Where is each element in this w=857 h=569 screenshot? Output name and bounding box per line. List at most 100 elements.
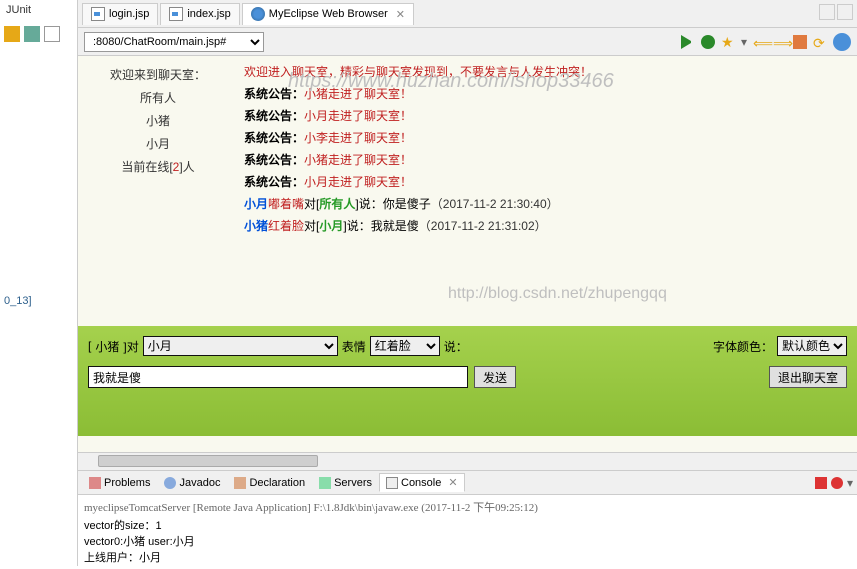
browser-toolbar: ★ ▾ ⟸ ⟹ ⟳	[681, 33, 851, 51]
left-sidebar: JUnit 0_13]	[0, 0, 78, 566]
browser-content: 欢迎来到聊天室： 所有人 小猪 小月 当前在线[2]人 https://www.…	[78, 56, 857, 446]
target-select[interactable]: 小月	[143, 336, 338, 356]
announce-label: 系统公告：	[244, 131, 304, 145]
chat-upper: 欢迎来到聊天室： 所有人 小猪 小月 当前在线[2]人 https://www.…	[78, 56, 857, 326]
browser-viewport: 欢迎来到聊天室： 所有人 小猪 小月 当前在线[2]人 https://www.…	[78, 56, 857, 470]
announcement-row: 系统公告：小猪走进了聊天室！	[244, 150, 851, 170]
editor-tab-bar: login.jsp index.jsp MyEclipse Web Browse…	[78, 0, 857, 28]
scrollbar-thumb[interactable]	[98, 455, 318, 467]
debug-icon[interactable]	[701, 35, 715, 49]
terminate-icon[interactable]	[815, 477, 827, 489]
side-everyone[interactable]: 所有人	[86, 89, 230, 106]
tab-index-jsp[interactable]: index.jsp	[160, 3, 239, 25]
msg-text: 你是傻子	[383, 197, 431, 211]
tab-login-jsp[interactable]: login.jsp	[82, 3, 158, 25]
tool-icon-1[interactable]	[4, 26, 20, 42]
face-label: 表情	[342, 338, 366, 355]
tab-javadoc[interactable]: Javadoc	[157, 474, 227, 492]
console-toolbar: ▾	[815, 476, 853, 490]
announce-text: 小李走进了聊天室！	[304, 131, 412, 145]
dropdown-icon[interactable]: ▾	[847, 476, 853, 490]
tool-icon-2[interactable]	[24, 26, 40, 42]
send-button[interactable]: 发送	[474, 366, 516, 388]
close-icon[interactable]: ✕	[396, 8, 405, 21]
online-prefix: 当前在线[	[121, 160, 172, 174]
online-suffix: ]人	[179, 160, 194, 174]
tab-web-browser[interactable]: MyEclipse Web Browser ✕	[242, 3, 414, 25]
side-user-2[interactable]: 小月	[86, 135, 230, 152]
horizontal-scrollbar[interactable]	[78, 452, 857, 470]
jsp-icon	[169, 7, 183, 21]
bottom-tab-bar: Problems Javadoc Declaration Servers Con…	[78, 471, 857, 495]
tab-label: Declaration	[249, 477, 305, 489]
chat-header-notice: 欢迎进入聊天室，精彩与聊天室发现到，不要发言与人发生冲突！	[244, 62, 851, 82]
tab-problems[interactable]: Problems	[82, 474, 157, 492]
face-select[interactable]: 红着脸	[370, 336, 440, 356]
announce-text: 小月走进了聊天室！	[304, 109, 412, 123]
msg-face: 红着脸	[268, 219, 304, 233]
chat-message-row: 小猪红着脸对[小月]说：我就是傻（2017-11-2 21:31:02）	[244, 216, 851, 236]
msg-to: 小月	[319, 219, 343, 233]
tool-icon-3[interactable]	[44, 26, 60, 42]
globe-icon	[251, 7, 265, 21]
close-icon[interactable]: ✕	[448, 476, 457, 489]
msg-dui: 对[	[304, 219, 319, 233]
announcement-row: 系统公告：小李走进了聊天室！	[244, 128, 851, 148]
back-icon[interactable]: ⟸	[753, 35, 767, 49]
msg-shuo: 说：	[347, 219, 371, 233]
exit-button[interactable]: 退出聊天室	[769, 366, 847, 388]
msg-text: 我就是傻	[371, 219, 419, 233]
msg-to: 所有人	[319, 197, 355, 211]
tab-label: MyEclipse Web Browser	[269, 8, 388, 20]
chat-messages: https://www.huzhan.com/ishop33466 欢迎进入聊天…	[238, 56, 857, 326]
chat-input-row1: [小猪 ]对 小月 表情 红着脸 说： 字体颜色： 默认颜色	[88, 336, 847, 356]
color-select[interactable]: 默认颜色	[777, 336, 847, 356]
favorite-icon[interactable]: ★	[721, 35, 735, 49]
tab-label: Problems	[104, 477, 150, 489]
browser-globe-icon[interactable]	[833, 33, 851, 51]
color-label: 字体颜色：	[713, 338, 773, 355]
watermark-2: http://blog.csdn.net/zhupengqq	[448, 284, 667, 304]
junit-label: JUnit	[0, 0, 77, 20]
minimize-button[interactable]	[819, 4, 835, 20]
address-bar[interactable]: :8080/ChatRoom/main.jsp#	[84, 32, 264, 52]
announcement-row: 系统公告：小猪走进了聊天室！	[244, 84, 851, 104]
maximize-button[interactable]	[837, 4, 853, 20]
go-icon[interactable]	[681, 35, 695, 49]
message-input[interactable]	[88, 366, 468, 388]
tab-label: Console	[401, 477, 441, 489]
chat-sidebar: 欢迎来到聊天室： 所有人 小猪 小月 当前在线[2]人	[78, 56, 238, 326]
editor-top-right	[819, 4, 853, 20]
refresh-icon[interactable]: ⟳	[813, 35, 827, 49]
msg-timestamp: （2017-11-2 21:30:40）	[431, 197, 559, 211]
tab-label: Javadoc	[179, 477, 220, 489]
announce-label: 系统公告：	[244, 109, 304, 123]
chat-input-panel: [小猪 ]对 小月 表情 红着脸 说： 字体颜色： 默认颜色 发送 退出聊天室	[78, 326, 857, 436]
announce-label: 系统公告：	[244, 87, 304, 101]
problems-icon	[89, 477, 101, 489]
left-text-fragment: 0_13]	[4, 295, 32, 307]
console-line: vector的size：1	[84, 517, 851, 533]
console-header: myeclipseTomcatServer [Remote Java Appli…	[84, 499, 851, 515]
tab-label: Servers	[334, 477, 372, 489]
console-line: 上线用户：小月	[84, 549, 851, 565]
announcement-row: 系统公告：小月走进了聊天室！	[244, 172, 851, 192]
side-user-1[interactable]: 小猪	[86, 112, 230, 129]
console-line: vector0:小猪 user:小月	[84, 533, 851, 549]
say-label: 说：	[444, 338, 468, 355]
tab-servers[interactable]: Servers	[312, 474, 379, 492]
tab-declaration[interactable]: Declaration	[227, 474, 312, 492]
chat-message-row: 小月嘟着嘴对[所有人]说：你是傻子（2017-11-2 21:30:40）	[244, 194, 851, 214]
announce-text: 小猪走进了聊天室！	[304, 153, 412, 167]
stop-icon[interactable]	[793, 35, 807, 49]
forward-icon[interactable]: ⟹	[773, 35, 787, 49]
from-user: 小猪	[95, 338, 119, 355]
msg-from: 小猪	[244, 219, 268, 233]
announcement-row: 系统公告：小月走进了聊天室！	[244, 106, 851, 126]
announce-label: 系统公告：	[244, 153, 304, 167]
tab-console[interactable]: Console ✕	[379, 473, 465, 492]
side-online: 当前在线[2]人	[86, 158, 230, 175]
dropdown-icon[interactable]: ▾	[741, 35, 747, 49]
remove-icon[interactable]	[831, 477, 843, 489]
jsp-icon	[91, 7, 105, 21]
